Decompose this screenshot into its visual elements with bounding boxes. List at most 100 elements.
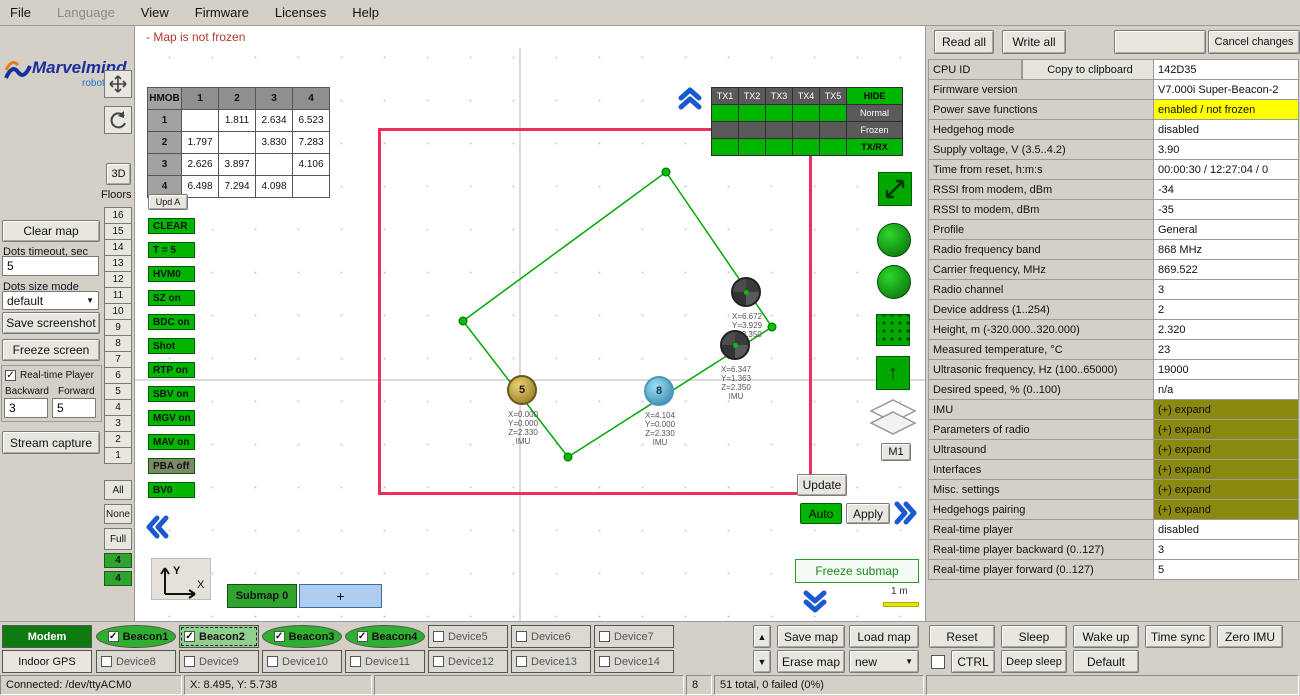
device-button-modem[interactable]: Modem — [2, 625, 92, 648]
tx-state-cell[interactable] — [738, 121, 766, 139]
device-checkbox[interactable] — [184, 656, 195, 667]
map-tool-sz-on-button[interactable]: SZ on — [148, 290, 195, 306]
device-button-beacon4[interactable]: ✓Beacon4 — [345, 625, 425, 648]
device-button-device12[interactable]: Device12 — [428, 650, 508, 673]
device-button-device13[interactable]: Device13 — [511, 650, 591, 673]
forward-input[interactable] — [52, 398, 96, 418]
map-tool-t-5-button[interactable]: T = 5 — [148, 242, 195, 258]
floor-level-1-button[interactable]: 1 — [104, 447, 132, 464]
map-tool-bv0-button[interactable]: BV0 — [148, 482, 195, 498]
device-button-indoor-gps[interactable]: Indoor GPS — [2, 650, 92, 673]
device-checkbox[interactable] — [516, 631, 527, 642]
expand-down-icon[interactable] — [801, 588, 829, 616]
fit-map-button[interactable] — [878, 172, 912, 206]
map-tool-rtp-on-button[interactable]: RTP on — [148, 362, 195, 378]
tx-header-cell[interactable]: TX4 — [792, 87, 820, 105]
device-checkbox[interactable] — [599, 656, 610, 667]
ctrl-checkbox[interactable] — [931, 655, 945, 669]
time-sync-button[interactable]: Time sync — [1145, 625, 1211, 648]
dots-size-select[interactable]: default ▼ — [2, 291, 99, 310]
erase-map-button[interactable]: Erase map — [777, 650, 845, 673]
realtime-player-checkbox[interactable]: ✓ — [5, 370, 16, 381]
floors-full-button[interactable]: Full — [104, 528, 132, 550]
menu-item-help[interactable]: Help — [352, 5, 379, 20]
tx-state-cell[interactable] — [819, 138, 847, 156]
update-addresses-button[interactable]: Upd A — [148, 194, 188, 210]
backward-input[interactable] — [4, 398, 48, 418]
beacon-5[interactable]: 5 — [507, 375, 537, 405]
move-up-button[interactable]: ↑ — [876, 356, 910, 390]
collapse-up-icon[interactable] — [676, 84, 704, 112]
device-checkbox[interactable]: ✓ — [357, 631, 368, 642]
setting-value[interactable]: (+) expand — [1153, 399, 1299, 420]
tx-hide-button[interactable]: HIDE — [846, 87, 903, 105]
device-checkbox[interactable] — [433, 656, 444, 667]
setting-value[interactable]: (+) expand — [1153, 459, 1299, 480]
device-scroll-up-button[interactable]: ▲ — [753, 625, 771, 648]
tx-frozen-button[interactable]: Frozen — [846, 121, 903, 139]
zero-imu-button[interactable]: Zero IMU — [1217, 625, 1283, 648]
map-tool-bdc-on-button[interactable]: BDC on — [148, 314, 195, 330]
device-checkbox[interactable]: ✓ — [108, 631, 119, 642]
add-submap-button[interactable]: + — [299, 584, 382, 608]
tx-state-cell[interactable] — [711, 138, 739, 156]
reset-button[interactable]: Reset — [929, 625, 995, 648]
tx-state-cell[interactable] — [711, 121, 739, 139]
submap-0-tab[interactable]: Submap 0 — [227, 584, 297, 608]
device-button-beacon1[interactable]: ✓Beacon1 — [96, 625, 176, 648]
load-map-button[interactable]: Load map — [849, 625, 919, 648]
map-mode-select[interactable]: new ▼ — [849, 650, 919, 673]
tx-state-cell[interactable] — [792, 104, 820, 122]
device-button-beacon2[interactable]: ✓Beacon2 — [179, 625, 259, 648]
rotate-tool-button[interactable] — [104, 106, 132, 134]
map-tool-sbv-on-button[interactable]: SBV on — [148, 386, 195, 402]
device-checkbox[interactable] — [599, 631, 610, 642]
update-button[interactable]: Update — [797, 474, 847, 496]
collapse-left-icon[interactable] — [143, 513, 171, 541]
map-tool-hvm0-button[interactable]: HVM0 — [148, 266, 195, 282]
beacon-8[interactable]: 8 — [644, 376, 674, 406]
save-screenshot-button[interactable]: Save screenshot — [2, 312, 100, 334]
save-map-button[interactable]: Save map — [777, 625, 845, 648]
map-tool-mgv-on-button[interactable]: MGV on — [148, 410, 195, 426]
wake-up-button[interactable]: Wake up — [1073, 625, 1139, 648]
tx-tx-rx-button[interactable]: TX/RX — [846, 138, 903, 156]
tx-state-cell[interactable] — [765, 121, 793, 139]
device-button-device10[interactable]: Device10 — [262, 650, 342, 673]
layers-icon[interactable] — [868, 398, 918, 442]
floor-level-13-button[interactable]: 13 — [104, 255, 132, 272]
tx-state-cell[interactable] — [819, 104, 847, 122]
cancel-changes-button[interactable]: Cancel changes — [1208, 30, 1300, 54]
tx-state-cell[interactable] — [765, 104, 793, 122]
zoom-out-button[interactable] — [877, 265, 911, 299]
beacon-stationary[interactable] — [731, 277, 761, 307]
menu-item-licenses[interactable]: Licenses — [275, 5, 326, 20]
tx-state-cell[interactable] — [738, 138, 766, 156]
setting-value[interactable]: (+) expand — [1153, 439, 1299, 460]
floor-level-6-button[interactable]: 6 — [104, 367, 132, 384]
default-button[interactable]: Default — [1073, 650, 1139, 673]
floors-none-button[interactable]: None — [104, 504, 132, 524]
map-tool-pba-off-button[interactable]: PBA off — [148, 458, 195, 474]
device-checkbox[interactable] — [267, 656, 278, 667]
device-button-device8[interactable]: Device8 — [96, 650, 176, 673]
menu-item-view[interactable]: View — [141, 5, 169, 20]
device-scroll-down-button[interactable]: ▼ — [753, 650, 771, 673]
pan-tool-button[interactable] — [104, 70, 132, 98]
menu-item-language[interactable]: Language — [57, 5, 115, 20]
menu-item-firmware[interactable]: Firmware — [195, 5, 249, 20]
apply-button[interactable]: Apply — [846, 503, 890, 524]
floor-level-3-button[interactable]: 3 — [104, 415, 132, 432]
floor-level-11-button[interactable]: 11 — [104, 287, 132, 304]
floor-level-7-button[interactable]: 7 — [104, 351, 132, 368]
device-button-device6[interactable]: Device6 — [511, 625, 591, 648]
floor-level-2-button[interactable]: 2 — [104, 431, 132, 448]
beacon-stationary[interactable] — [720, 330, 750, 360]
device-checkbox[interactable] — [101, 656, 112, 667]
map-tool-clear-button[interactable]: CLEAR — [148, 218, 195, 234]
tx-state-cell[interactable] — [738, 104, 766, 122]
tx-header-cell[interactable]: TX2 — [738, 87, 766, 105]
device-button-device11[interactable]: Device11 — [345, 650, 425, 673]
tx-header-cell[interactable]: TX3 — [765, 87, 793, 105]
freeze-submap-button[interactable]: Freeze submap — [795, 559, 919, 583]
